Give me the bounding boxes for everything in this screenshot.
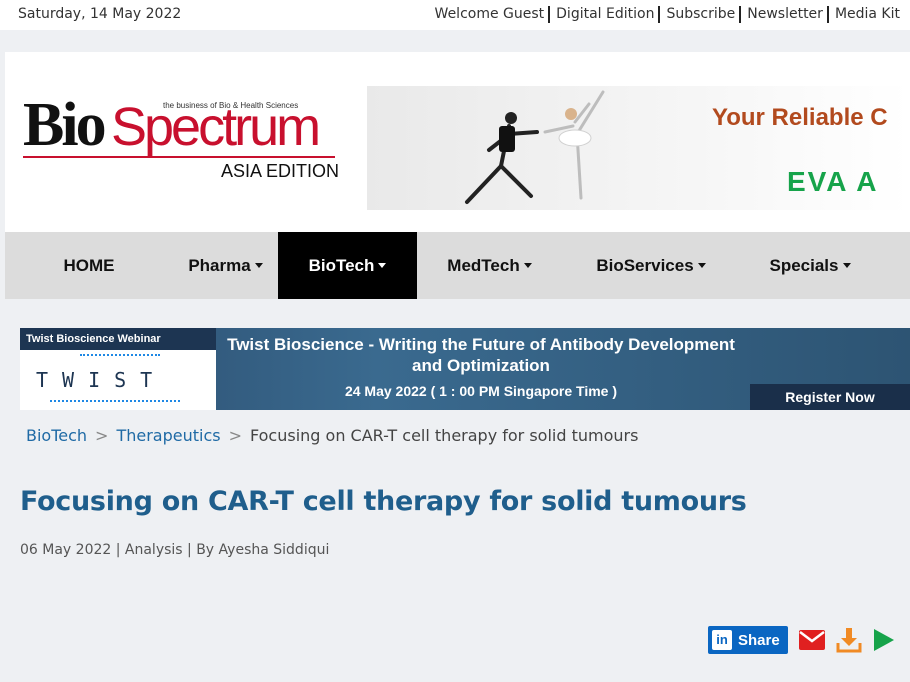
header-ad-banner[interactable]: Your Reliable C EVA A [367, 86, 910, 210]
chevron-down-icon [842, 263, 851, 268]
media-kit-link[interactable]: Media Kit [826, 6, 904, 23]
current-date: Saturday, 14 May 2022 [18, 6, 182, 22]
nav-pharma-label: Pharma [188, 255, 251, 275]
breadcrumb-therapeutics[interactable]: Therapeutics [116, 426, 220, 445]
logo-spectrum: Spectrum [111, 97, 321, 157]
newsletter-link[interactable]: Newsletter [739, 6, 827, 23]
ad-title: Your Reliable C [712, 104, 888, 131]
share-toolbar: in Share [708, 626, 894, 654]
chevron-down-icon [523, 263, 532, 268]
site-header: the business of Bio & Health Sciences Bi… [5, 52, 910, 232]
linkedin-share-button[interactable]: in Share [708, 626, 788, 654]
breadcrumb-separator: > [228, 426, 242, 445]
dots-decoration [50, 400, 180, 402]
nav-biotech-label: BioTech [308, 255, 375, 275]
breadcrumb-current: Focusing on CAR-T cell therapy for solid… [250, 426, 639, 445]
nav-home-label: HOME [63, 255, 115, 275]
webinar-label: Twist Bioscience Webinar [20, 328, 216, 350]
nav-bioservices-label: BioServices [596, 255, 694, 275]
logo-bio: Bio [23, 91, 107, 159]
article-title: Focusing on CAR-T cell therapy for solid… [20, 486, 747, 517]
logo-rule [23, 156, 335, 158]
download-icon[interactable] [836, 627, 862, 653]
play-icon[interactable] [872, 627, 894, 653]
register-now-button[interactable]: Register Now [750, 384, 910, 410]
nav-specials[interactable]: Specials [740, 232, 880, 299]
webinar-date: 24 May 2022 ( 1 : 00 PM Singapore Time ) [344, 383, 618, 399]
twist-logo-text: TWIST [36, 368, 167, 392]
subscribe-link[interactable]: Subscribe [658, 6, 739, 23]
share-label: Share [738, 631, 780, 649]
nav-specials-label: Specials [769, 255, 839, 275]
nav-medtech-label: MedTech [447, 255, 520, 275]
dots-decoration [80, 354, 160, 356]
chevron-down-icon [254, 263, 263, 268]
top-links: Welcome Guest Digital Edition Subscribe … [435, 6, 904, 23]
linkedin-icon: in [712, 630, 732, 650]
twist-logo: TWIST [20, 350, 216, 410]
breadcrumb-biotech[interactable]: BioTech [26, 426, 87, 445]
chevron-down-icon [697, 263, 706, 268]
article-meta: 06 May 2022 | Analysis | By Ayesha Siddi… [20, 542, 330, 558]
ad-brand: EVA A [787, 166, 879, 197]
webinar-banner[interactable]: Twist Bioscience Webinar TWIST Twist Bio… [20, 328, 910, 410]
digital-edition-link[interactable]: Digital Edition [548, 6, 658, 23]
nav-pharma[interactable]: Pharma [173, 232, 278, 299]
nav-bioservices[interactable]: BioServices [562, 232, 740, 299]
nav-biotech[interactable]: BioTech [278, 232, 417, 299]
nav-home[interactable]: HOME [5, 232, 173, 299]
breadcrumb-separator: > [95, 426, 109, 445]
welcome-guest-link[interactable]: Welcome Guest [435, 6, 549, 23]
webinar-title: Twist Bioscience - Writing the Future of… [227, 335, 735, 375]
top-bar: Saturday, 14 May 2022 Welcome Guest Digi… [0, 0, 910, 30]
main-nav: HOME Pharma BioTech MedTech BioServices … [5, 232, 910, 299]
nav-medtech[interactable]: MedTech [417, 232, 562, 299]
biospectrum-logo[interactable]: the business of Bio & Health Sciences Bi… [23, 92, 343, 192]
dancers-illustration [465, 90, 605, 204]
logo-edition: ASIA EDITION [221, 161, 340, 181]
email-icon[interactable] [798, 629, 826, 651]
breadcrumb: BioTech > Therapeutics > Focusing on CAR-T c… [26, 426, 638, 445]
chevron-down-icon [378, 263, 387, 268]
